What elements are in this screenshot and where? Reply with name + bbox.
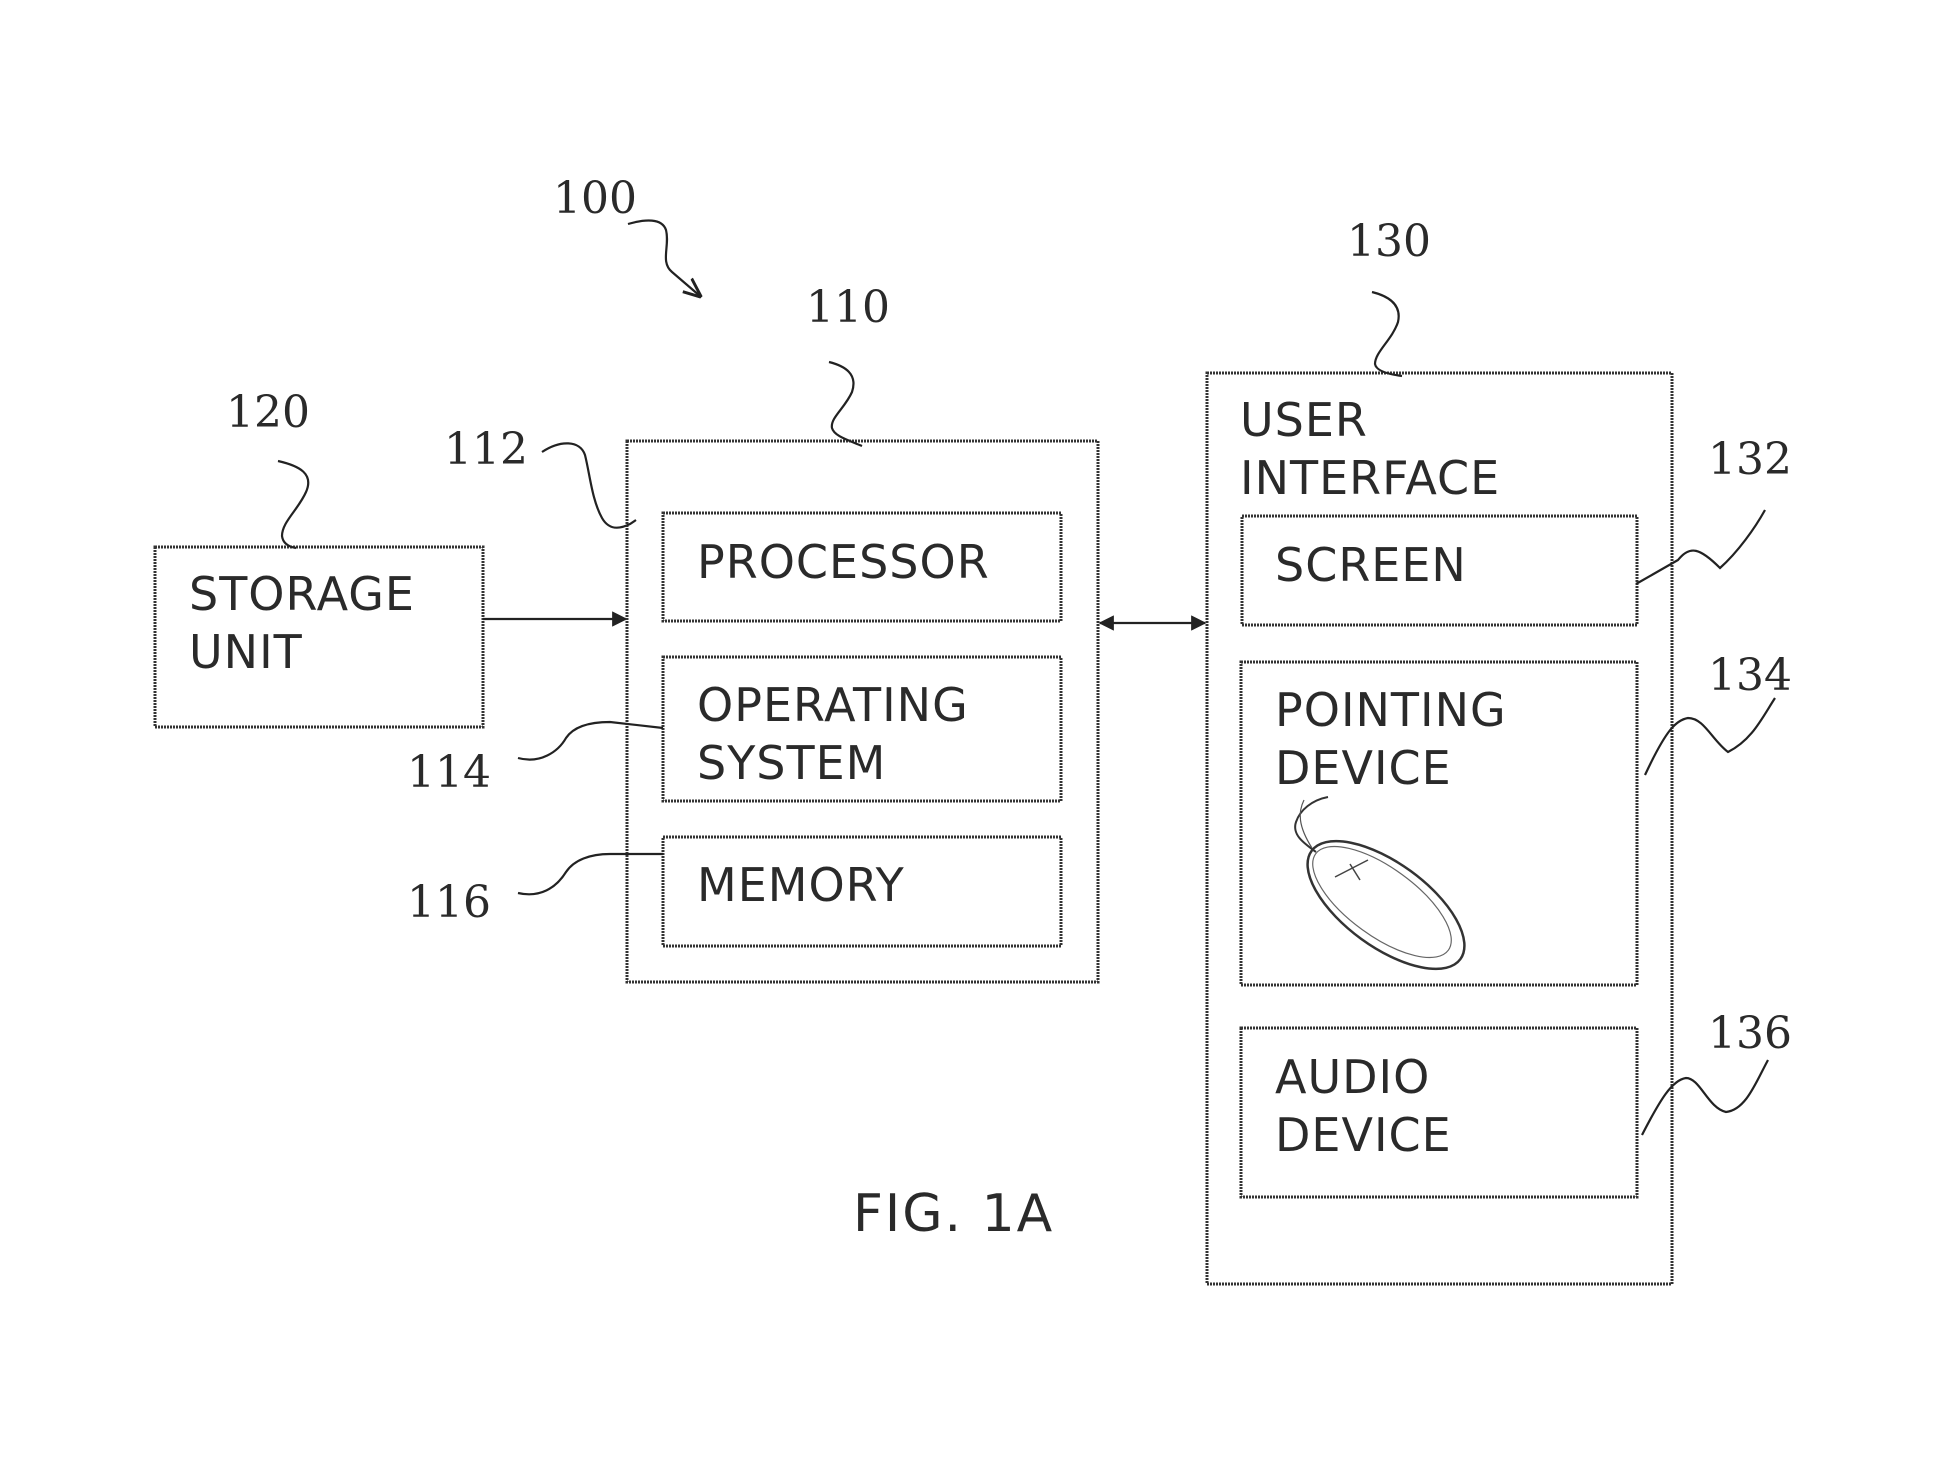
audio-device-label-line2: DEVICE <box>1275 1108 1452 1162</box>
storage-unit-label-line2: UNIT <box>189 625 303 679</box>
storage-unit-leader <box>277 459 310 550</box>
operating-system-label-line1: OPERATING <box>697 678 969 732</box>
storage-unit-label-line1: STORAGE <box>189 567 415 621</box>
operating-system-ref-label: 114 <box>407 747 491 798</box>
user-interface-label-line2: INTERFACE <box>1240 451 1500 505</box>
mouse-icon <box>1294 796 1466 971</box>
system-ref-label: 100 <box>553 173 637 224</box>
computer-outer-ref-label: 112 <box>444 424 528 475</box>
user-interface-ref-label: 130 <box>1347 216 1431 267</box>
operating-system-label-line2: SYSTEM <box>697 736 886 790</box>
screen-label: SCREEN <box>1275 538 1467 592</box>
user-interface-block: USER INTERFACE SCREEN POINTING DEVICE AU… <box>1205 371 1674 1286</box>
computer-leader <box>828 360 863 448</box>
memory-leader <box>517 852 663 896</box>
screen-leader <box>1635 509 1766 585</box>
audio-device-leader <box>1641 1059 1769 1136</box>
system-ref-arrow <box>627 219 700 296</box>
screen-ref-label: 132 <box>1708 434 1792 485</box>
memory-label: MEMORY <box>697 858 905 912</box>
pointing-device-label-line1: POINTING <box>1275 683 1507 737</box>
storage-unit-block: STORAGE UNIT <box>153 545 485 729</box>
figure-caption: FIG. 1A <box>853 1184 1054 1244</box>
audio-device-ref-label: 136 <box>1708 1008 1792 1059</box>
processor-label: PROCESSOR <box>697 535 990 589</box>
memory-ref-label: 116 <box>407 877 491 928</box>
pointing-device-ref-label: 134 <box>1708 650 1792 701</box>
computer-ref-label: 110 <box>806 282 890 333</box>
pointing-device-label-line2: DEVICE <box>1275 741 1452 795</box>
operating-system-leader <box>517 720 664 761</box>
audio-device-label-line1: AUDIO <box>1275 1050 1430 1104</box>
storage-unit-ref-label: 120 <box>226 387 310 438</box>
computer-outer-leader <box>541 442 637 529</box>
block-diagram: 100 STORAGE UNIT 120 PROCESSOR OPERATING… <box>153 173 1792 1286</box>
user-interface-leader <box>1371 290 1403 378</box>
computer-block: PROCESSOR OPERATING SYSTEM MEMORY <box>625 439 1100 984</box>
pointing-device-leader <box>1644 697 1776 776</box>
user-interface-label-line1: USER <box>1240 393 1368 447</box>
